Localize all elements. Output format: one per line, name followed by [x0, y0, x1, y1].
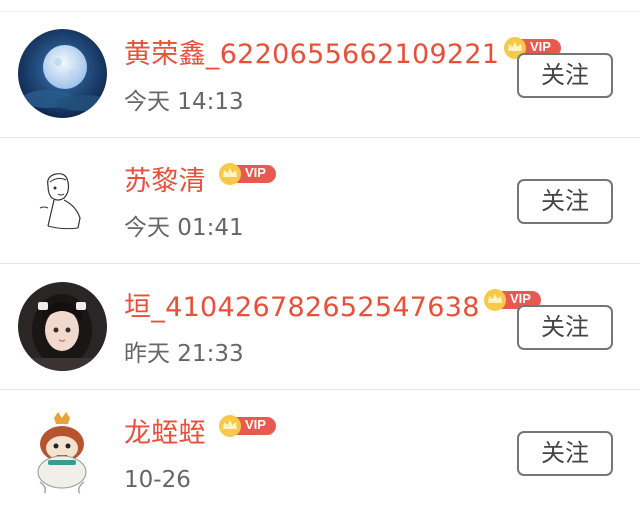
username[interactable]: 苏黎清	[124, 166, 206, 198]
avatar[interactable]	[18, 282, 107, 371]
timestamp: 今天 01:41	[124, 215, 244, 241]
vip-badge: VIP	[218, 415, 276, 437]
user-list-item[interactable]: 苏黎清 VIP 今天 01:41 关注	[0, 138, 640, 264]
timestamp: 今天 14:13	[124, 89, 244, 115]
vip-label: VIP	[510, 291, 531, 306]
user-list-item[interactable]: 垣_410426782652547638 VIP 昨天 21:33 关注	[0, 264, 640, 390]
top-divider	[0, 0, 640, 12]
vip-label: VIP	[245, 165, 266, 180]
avatar[interactable]	[18, 408, 107, 497]
user-list-item[interactable]: 黄荣鑫_6220655662109221 VIP 今天 14:13 关注	[0, 12, 640, 138]
follow-button[interactable]: 关注	[517, 305, 613, 350]
username[interactable]: 龙蛭蛭	[124, 418, 206, 450]
timestamp: 10-26	[124, 467, 191, 493]
vip-label: VIP	[530, 39, 551, 54]
follow-button[interactable]: 关注	[517, 53, 613, 98]
vip-label: VIP	[245, 417, 266, 432]
avatar[interactable]	[18, 156, 107, 245]
follow-button[interactable]: 关注	[517, 179, 613, 224]
vip-badge: VIP	[218, 163, 276, 185]
username[interactable]: 垣_410426782652547638	[124, 292, 480, 324]
follow-button[interactable]: 关注	[517, 431, 613, 476]
username[interactable]: 黄荣鑫_6220655662109221	[124, 39, 499, 71]
timestamp: 昨天 21:33	[124, 341, 244, 367]
avatar[interactable]	[18, 29, 107, 118]
user-list-item[interactable]: 龙蛭蛭 VIP 10-26 关注	[0, 390, 640, 516]
